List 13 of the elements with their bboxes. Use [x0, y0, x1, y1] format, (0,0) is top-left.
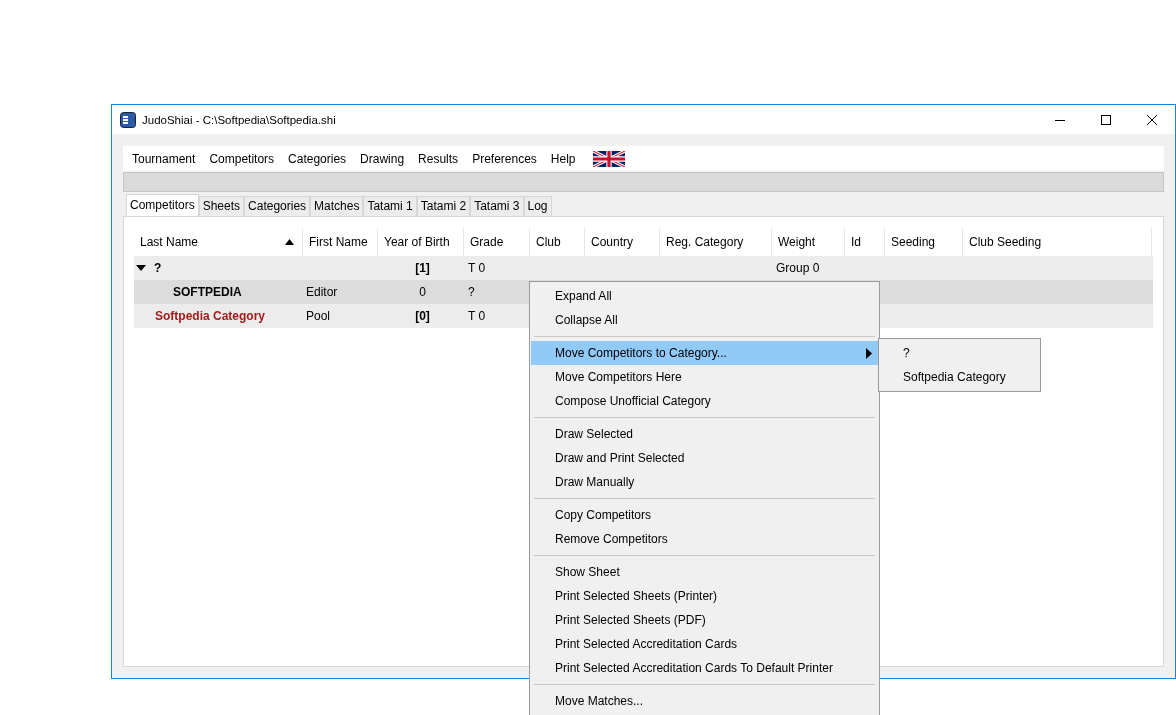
table-cell: Editor: [306, 285, 338, 299]
window-title: JudoShiai - C:\Softpedia\Softpedia.shi: [142, 113, 337, 126]
table-cell: [0]: [415, 309, 430, 323]
table-cell: T 0: [468, 309, 486, 323]
table-cell: [1]: [415, 261, 430, 275]
table-cell: ?: [468, 285, 475, 299]
table-cell: SOFTPEDIA: [173, 285, 242, 299]
table-cell: Group 0: [776, 261, 820, 275]
table-cell: Softpedia Category: [155, 309, 265, 323]
table-cell: 0: [419, 285, 426, 299]
table-cell: T 0: [468, 261, 486, 275]
table-cell: ?: [154, 261, 162, 275]
table-cell: Pool: [306, 309, 331, 323]
